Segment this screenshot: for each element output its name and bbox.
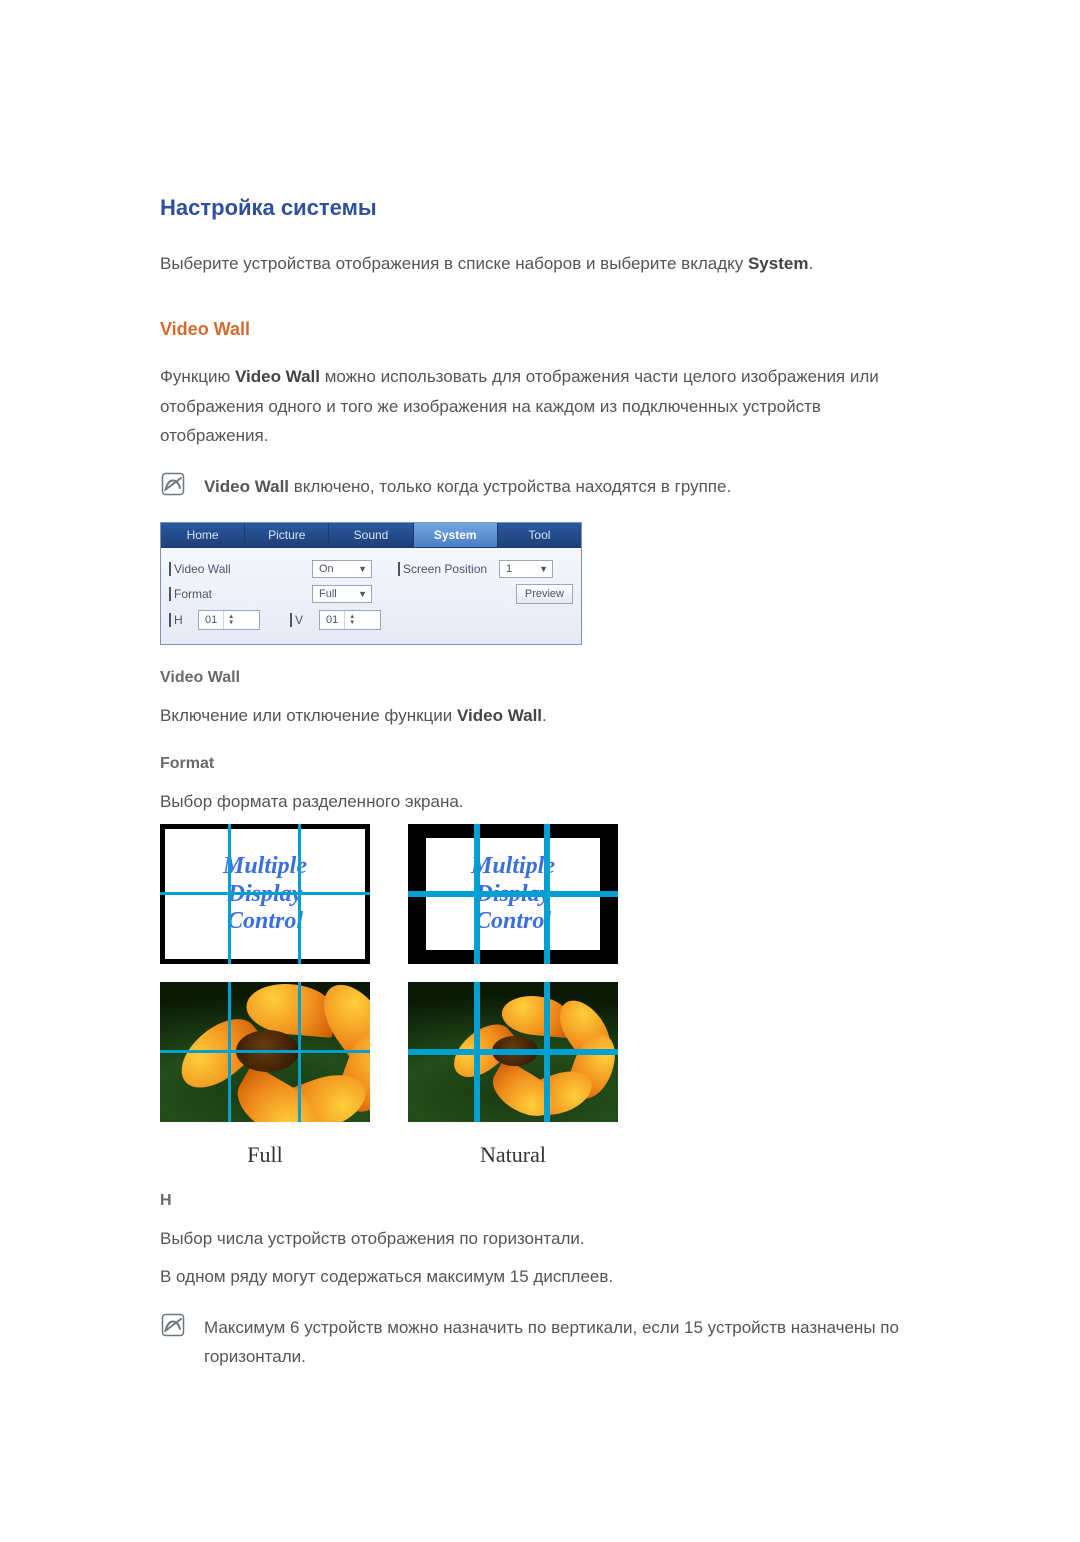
subheading-h: H (160, 1192, 920, 1210)
tab-tool[interactable]: Tool (498, 523, 581, 547)
chevron-down-icon: ▼ (539, 564, 548, 574)
spinner-value: 01 (326, 614, 338, 626)
tab-bar: Home Picture Sound System Tool (161, 523, 581, 548)
text-part: Включение или отключение функции (160, 706, 457, 725)
spinner-h[interactable]: 01 ▲▼ (198, 610, 260, 630)
mdc-line: Control (475, 908, 551, 936)
bold-system: System (748, 254, 808, 273)
text-format-choose: Выбор формата разделенного экрана. (160, 787, 920, 817)
caption-full: Full (247, 1142, 282, 1168)
illustration-natural-flower (408, 982, 618, 1122)
label-video-wall: Video Wall (169, 562, 234, 576)
subheading-format: Format (160, 755, 920, 773)
caption-natural: Natural (480, 1142, 546, 1168)
dropdown-video-wall[interactable]: On ▼ (312, 560, 372, 578)
text-h-max-row: В одном ряду могут содержаться максимум … (160, 1262, 920, 1292)
dropdown-screen-position[interactable]: 1 ▼ (499, 560, 553, 578)
dropdown-value: On (319, 563, 334, 575)
note-vw-group: Video Wall включено, только когда устрой… (204, 473, 731, 502)
spinner-v[interactable]: 01 ▲▼ (319, 610, 381, 630)
spinner-arrows-icon: ▲▼ (223, 611, 238, 629)
system-tab-panel: Home Picture Sound System Tool Video Wal… (160, 522, 582, 645)
dropdown-format[interactable]: Full ▼ (312, 585, 372, 603)
mdc-line: Multiple (471, 853, 555, 881)
illustration-full-flower (160, 982, 370, 1122)
subheading-video-wall: Video Wall (160, 669, 920, 687)
tab-sound[interactable]: Sound (329, 523, 413, 547)
note-icon (160, 1312, 186, 1338)
preview-button[interactable]: Preview (516, 584, 573, 604)
text-part: Выберите устройства отображения в списке… (160, 254, 748, 273)
bold-video-wall: Video Wall (204, 477, 289, 496)
mdc-line: Control (227, 908, 303, 936)
format-illustrations: Multiple Display Control (160, 824, 920, 1168)
heading-video-wall: Video Wall (160, 319, 920, 340)
illustration-natural-mdc: Multiple Display Control (408, 824, 618, 964)
label-h: H (169, 613, 186, 627)
text-vw-enable: Включение или отключение функции Video W… (160, 701, 920, 731)
dropdown-value: Full (319, 588, 337, 600)
dropdown-value: 1 (506, 563, 512, 575)
mdc-line: Multiple (223, 853, 307, 881)
spinner-value: 01 (205, 614, 217, 626)
chevron-down-icon: ▼ (358, 589, 367, 599)
tab-system[interactable]: System (414, 523, 498, 547)
heading-system-setup: Настройка системы (160, 195, 920, 221)
note-h-max: Максимум 6 устройств можно назначить по … (204, 1314, 920, 1372)
note-icon (160, 471, 186, 497)
spinner-arrows-icon: ▲▼ (344, 611, 359, 629)
chevron-down-icon: ▼ (358, 564, 367, 574)
bold-video-wall: Video Wall (457, 706, 542, 725)
tab-picture[interactable]: Picture (245, 523, 329, 547)
label-format: Format (169, 587, 234, 601)
tab-home[interactable]: Home (161, 523, 245, 547)
label-screen-position: Screen Position (398, 562, 487, 576)
bold-video-wall: Video Wall (235, 367, 320, 386)
text-part: включено, только когда устройства находя… (289, 477, 731, 496)
text-h-desc: Выбор числа устройств отображения по гор… (160, 1224, 920, 1254)
text-select-devices: Выберите устройства отображения в списке… (160, 249, 920, 279)
label-v: V (290, 613, 307, 627)
illustration-full-mdc: Multiple Display Control (160, 824, 370, 964)
text-part: Функцию (160, 367, 235, 386)
text-vw-usage: Функцию Video Wall можно использовать дл… (160, 362, 920, 451)
